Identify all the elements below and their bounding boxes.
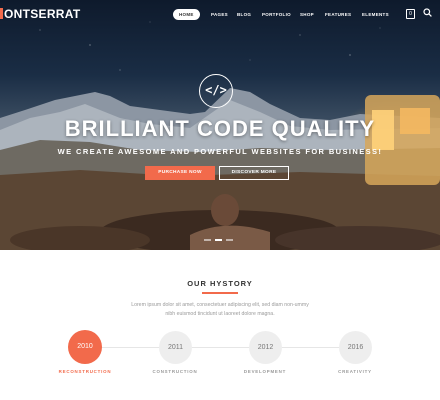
shopping-bag-icon[interactable]: 0	[406, 9, 415, 19]
logo-mark	[0, 8, 3, 19]
purchase-now-button[interactable]: PURCHASE NOW	[145, 166, 215, 180]
hero-title: BRILLIANT CODE QUALITY	[64, 116, 376, 141]
timeline-year-2011[interactable]: 2011	[159, 331, 192, 364]
nav-item-shop[interactable]: SHOP	[300, 9, 314, 20]
timeline-label-construction: CONSTRUCTION	[152, 369, 198, 374]
nav-item-features[interactable]: FEATURES	[325, 9, 351, 20]
brand-logo[interactable]: ONTSERRAT	[0, 6, 80, 22]
timeline-label-creativity: CREATIVITY	[338, 369, 372, 374]
code-icon-glyph: </>	[205, 83, 227, 97]
timeline-year-2010[interactable]: 2010	[68, 330, 102, 364]
slider-dot-1[interactable]	[204, 239, 211, 241]
discover-more-button[interactable]: DISCOVER MORE	[219, 166, 289, 180]
menu-search-icon[interactable]	[423, 8, 432, 17]
code-icon: </>	[199, 74, 233, 108]
slider-dot-2[interactable]	[215, 239, 222, 241]
title-underline	[202, 292, 238, 294]
section-description: Lorem ipsum dolor sit amet, consectetuer…	[131, 302, 309, 317]
logo-text: ONTSERRAT	[4, 7, 81, 21]
nav-item-elements[interactable]: ELEMENTS	[362, 9, 389, 20]
nav-item-portfolio[interactable]: PORTFOLIO	[262, 9, 291, 20]
section-title: OUR HYSTORY	[187, 279, 253, 288]
timeline-label-reconstruction: RECONSTRUCTION	[58, 369, 112, 374]
nav-item-pages[interactable]: PAGES	[211, 9, 228, 20]
timeline-year-2012[interactable]: 2012	[249, 331, 282, 364]
nav-item-blog[interactable]: BLOG	[237, 9, 251, 20]
cart-count: 0	[409, 11, 412, 17]
timeline-label-development: DEVELOPMENT	[243, 369, 287, 374]
timeline-line	[85, 347, 355, 348]
hero-subtitle: WE CREATE AWESOME AND POWERFUL WEBSITES …	[57, 147, 383, 156]
slider-dot-3[interactable]	[226, 239, 233, 241]
timeline-year-2016[interactable]: 2016	[339, 331, 372, 364]
nav-item-home[interactable]: HOME	[173, 9, 200, 20]
